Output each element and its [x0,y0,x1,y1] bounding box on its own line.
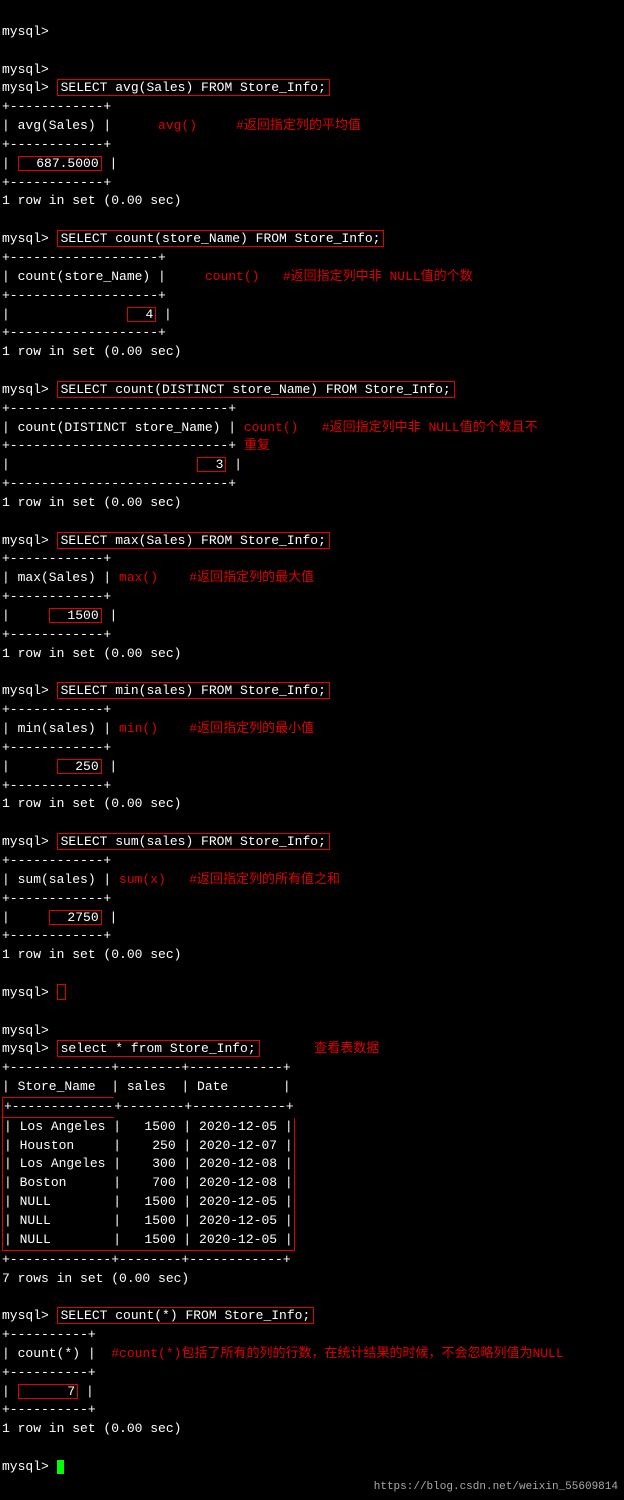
sql-count-star: SELECT count(*) FROM Store_Info; [57,1307,315,1324]
prompt: mysql> [2,62,49,77]
table-row: | Boston | 700 | 2020-12-08 | [2,1174,295,1193]
prompt: mysql> [2,1308,49,1323]
cursor-icon[interactable] [57,1460,64,1474]
sep: +------------+ [2,99,111,114]
func-label: avg() [158,118,197,133]
sql-select-all: select * from Store_Info; [57,1040,260,1057]
prompt: mysql> [2,231,49,246]
sql-sum: SELECT sum(sales) FROM Store_Info; [57,833,330,850]
sep: +----------+ [2,1327,96,1342]
col-header: | min(sales) | [2,721,111,736]
sep: +------------+ [2,928,111,943]
sep: +-------------+--------+------------+ [2,1060,291,1075]
result-count: 4 [127,307,156,322]
prompt: mysql> [2,533,49,548]
sql-avg: SELECT avg(Sales) FROM Store_Info; [57,79,330,96]
annotation: #返回指定列的最大值 [189,570,314,585]
col-header: | count(store_Name) | [2,269,166,284]
sep: +-------------+--------+------------+ [2,1252,291,1267]
cursor-box-icon [57,984,66,1000]
sep: +----------------------------+ [2,401,236,416]
sep: +------------+ [2,137,111,152]
annotation: #返回指定列中非 NULL值的个数 [283,269,473,284]
sep: +------------+ [2,589,111,604]
prompt: mysql> [2,1023,49,1038]
table-row: | Los Angeles | 1500 | 2020-12-05 | [2,1118,295,1137]
prompt[interactable]: mysql> [2,1459,49,1474]
col-header: | sum(sales) | [2,872,111,887]
prompt: mysql> [2,683,49,698]
annotation: #返回指定列的平均值 [236,118,361,133]
terminal-output: mysql> mysql> mysql> SELECT avg(Sales) F… [0,0,624,1500]
prompt: mysql> [2,382,49,397]
sep: +------------+ [2,778,111,793]
annotation: 重复 [244,438,270,453]
table-row: | NULL | 1500 | 2020-12-05 | [2,1231,295,1251]
result-sum: 2750 [49,910,102,925]
sep: +----------+ [2,1402,96,1417]
sep: +----------------------------+ [2,476,236,491]
prompt: mysql> [2,24,49,39]
sql-min: SELECT min(sales) FROM Store_Info; [57,682,330,699]
func-label: count() [205,269,260,284]
table-row: | NULL | 1500 | 2020-12-05 | [2,1212,295,1231]
annotation: #返回指定列的最小值 [189,721,314,736]
col-header: | count(*) | [2,1346,96,1361]
annotation: #count(*)包括了所有的列的行数，在统计结果的时候，不会忽略列值为NULL [111,1346,563,1361]
annotation: #返回指定列中非 NULL值的个数且不 [322,420,538,435]
status: 1 row in set (0.00 sec) [2,344,181,359]
sep: +-------------------+ [2,325,166,340]
sep: +------------+ [2,175,111,190]
col-header: | avg(Sales) | [2,118,111,133]
table-row: | Houston | 250 | 2020-12-07 | [2,1137,295,1156]
sep: +------------+ [2,853,111,868]
sep: +-------------------+ [2,250,166,265]
sep-boxed: +------------- [2,1097,114,1118]
status: 1 row in set (0.00 sec) [2,1421,181,1436]
annotation: 查看表数据 [314,1041,379,1056]
sep: +----------+ [2,1365,96,1380]
result-max: 1500 [49,608,102,623]
result-min: 250 [57,759,102,774]
status: 7 rows in set (0.00 sec) [2,1271,189,1286]
table-row: | NULL | 1500 | 2020-12-05 | [2,1193,295,1212]
prompt: mysql> [2,1041,49,1056]
sep: +----------------------------+ [2,438,236,453]
table-header: | Store_Name | sales | Date | [2,1079,291,1094]
sql-count: SELECT count(store_Name) FROM Store_Info… [57,230,385,247]
sep: +------------+ [2,740,111,755]
sep: +-------------------+ [2,288,166,303]
status: 1 row in set (0.00 sec) [2,193,181,208]
result-count-distinct: 3 [197,457,226,472]
sep: +------------+ [2,891,111,906]
table-row: | Los Angeles | 300 | 2020-12-08 | [2,1155,295,1174]
prompt: mysql> [2,80,49,95]
sep: +------------+ [2,627,111,642]
func-label: count() [244,420,299,435]
sql-max: SELECT max(Sales) FROM Store_Info; [57,532,330,549]
status: 1 row in set (0.00 sec) [2,796,181,811]
func-label: max() [119,570,158,585]
sql-count-distinct: SELECT count(DISTINCT store_Name) FROM S… [57,381,455,398]
result-count-star: 7 [18,1384,79,1399]
prompt: mysql> [2,834,49,849]
result-avg: 687.5000 [18,156,102,171]
prompt: mysql> [2,985,49,1000]
annotation: #返回指定列的所有值之和 [189,872,340,887]
sep: +------------+ [2,702,111,717]
col-header: | count(DISTINCT store_Name) | [2,420,236,435]
func-label: min() [119,721,158,736]
col-header: | max(Sales) | [2,570,111,585]
status: 1 row in set (0.00 sec) [2,947,181,962]
func-label: sum(x) [119,872,166,887]
status: 1 row in set (0.00 sec) [2,646,181,661]
sep: +------------+ [2,551,111,566]
status: 1 row in set (0.00 sec) [2,495,181,510]
watermark: https://blog.csdn.net/weixin_55609814 [374,1480,618,1496]
